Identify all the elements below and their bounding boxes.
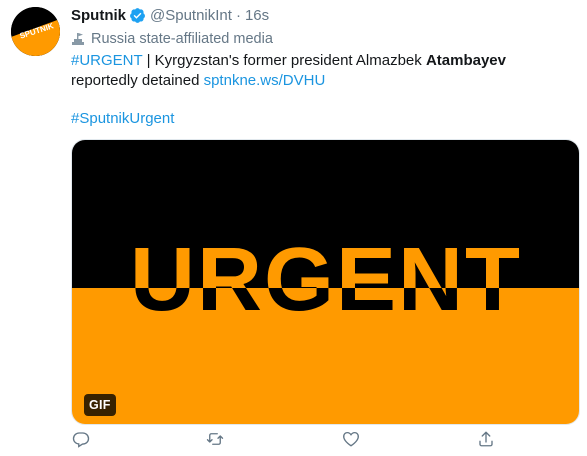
hashtag-sputnikurgent-link[interactable]: #SputnikUrgent (71, 109, 174, 129)
state-media-flag-icon (71, 32, 85, 46)
tweet-text: #URGENT | Kyrgyzstan's former president … (71, 51, 571, 91)
state-media-label-text: Russia state-affiliated media (91, 31, 273, 47)
like-button[interactable] (341, 431, 361, 451)
tweet-actions (71, 431, 501, 451)
verified-badge-icon (129, 7, 146, 24)
reply-button[interactable] (71, 431, 91, 451)
text-bold-name: Atambayev (425, 52, 506, 69)
share-icon (477, 430, 495, 453)
short-link[interactable]: sptnkne.ws/DVHU (204, 72, 326, 89)
avatar[interactable]: SPUTNIK (11, 7, 60, 56)
hashtag-urgent-link[interactable]: #URGENT (71, 52, 142, 69)
like-icon (342, 430, 360, 453)
retweet-icon (205, 430, 225, 453)
text-separator: | (142, 52, 155, 69)
timestamp[interactable]: 16s (245, 7, 269, 24)
author-name[interactable]: Sputnik (71, 7, 126, 24)
tweet-header: Sputnik @SputnikInt · 16s (71, 5, 269, 25)
gif-badge: GIF (84, 394, 116, 416)
state-media-label[interactable]: Russia state-affiliated media (71, 29, 273, 49)
author-handle[interactable]: @SputnikInt (150, 7, 232, 24)
text-body-2: reportedly detained (71, 72, 204, 89)
text-body: Kyrgyzstan's former president Almazbek (154, 52, 426, 69)
share-button[interactable] (476, 431, 496, 451)
media-gif[interactable]: URGENT URGENT GIF (71, 139, 580, 425)
retweet-button[interactable] (205, 431, 225, 451)
reply-icon (72, 430, 90, 453)
media-headline-graphic: URGENT URGENT (130, 230, 520, 330)
separator-dot: · (235, 6, 241, 24)
